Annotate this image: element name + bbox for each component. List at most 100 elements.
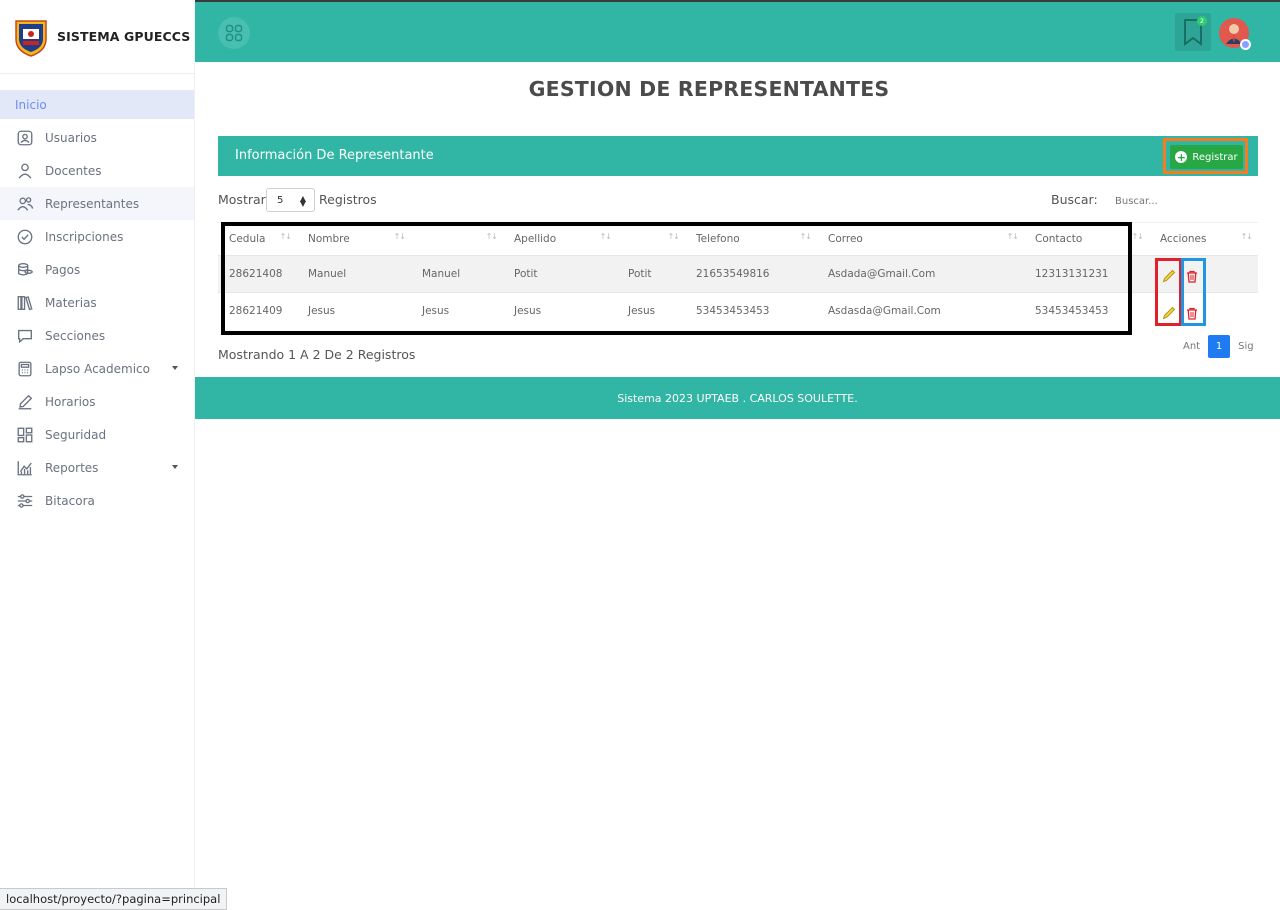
sort-icon: ↑↓	[279, 232, 292, 241]
sort-icon: ↑↓	[799, 232, 812, 241]
sort-icon: ↑↓	[667, 232, 680, 241]
sidebar-item-representantes[interactable]: Representantes	[0, 187, 194, 220]
records-info: Mostrando 1 A 2 De 2 Registros	[218, 347, 416, 362]
pagination-prev[interactable]: Ant	[1178, 341, 1208, 352]
status-dot	[1240, 39, 1251, 50]
browser-status-bar: localhost/proyecto/?pagina=principal	[0, 888, 228, 910]
sidebar-item-lapso-academico[interactable]: Lapso Academico	[0, 352, 194, 385]
delete-button[interactable]	[1185, 306, 1199, 320]
table-row: 28621408 Manuel Manuel Potit Potit 21653…	[218, 255, 1258, 293]
books-icon	[15, 293, 35, 313]
sidebar-item-label: Bitacora	[45, 493, 95, 508]
sidebar-item-inscripciones[interactable]: Inscripciones	[0, 220, 194, 253]
column-header-correo[interactable]: Correo ↑↓	[817, 222, 1024, 256]
brand-title: SISTEMA GPUECCS	[57, 29, 191, 44]
sidebar-item-label: Usuarios	[45, 130, 97, 145]
sidebar-item-label: Materias	[45, 295, 97, 310]
footer: Sistema 2023 UPTAEB . CARLOS SOULETTE.	[195, 377, 1280, 419]
cell-nombre: Manuel	[297, 255, 411, 293]
cell-cedula: 28621409	[218, 292, 297, 330]
pagination-next[interactable]: Sig	[1230, 341, 1259, 352]
sidebar-item-pagos[interactable]: Pagos	[0, 253, 194, 286]
footer-text: Sistema 2023 UPTAEB . CARLOS SOULETTE.	[617, 391, 858, 405]
pagination-current-page[interactable]: 1	[1208, 335, 1231, 358]
sort-icon: ↑↓	[1131, 232, 1144, 241]
people-icon	[15, 194, 35, 214]
user-avatar[interactable]	[1219, 18, 1251, 50]
sidebar-item-label: Inicio	[15, 97, 47, 112]
edit-icon	[15, 392, 35, 412]
chart-icon	[15, 458, 35, 478]
chevron-down-icon	[172, 465, 178, 469]
sidebar-item-label: Secciones	[45, 328, 106, 343]
app: SISTEMA GPUECCS Inicio Usuarios Docentes…	[0, 0, 1280, 910]
cell-telefono: 53453453453	[685, 292, 817, 330]
page-size-select[interactable]: 5 ▲ ▼	[266, 188, 315, 212]
column-header-contacto[interactable]: Contacto ↑↓	[1024, 222, 1149, 256]
person-icon	[15, 161, 35, 181]
logo-crest-icon	[14, 17, 48, 57]
trash-icon	[1187, 307, 1197, 320]
topbar: 2	[195, 2, 1280, 62]
show-label: Mostrar	[218, 192, 266, 207]
sidebar-item-secciones[interactable]: Secciones	[0, 319, 194, 352]
representatives-table: Cedula ↑↓ Nombre ↑↓ ↑↓ Apellido ↑↓ ↑↓ Telef…	[218, 222, 1258, 330]
card-title: Información De Representante	[235, 148, 434, 163]
search-label: Buscar:	[1051, 192, 1098, 207]
cell-nombre-2: Jesus	[411, 292, 503, 330]
column-header-acciones[interactable]: Acciones ↑↓	[1149, 222, 1258, 256]
card-header: Información De Representante + Registrar	[218, 136, 1258, 176]
column-header-cedula[interactable]: Cedula ↑↓	[218, 222, 297, 256]
sidebar-item-seguridad[interactable]: Seguridad	[0, 418, 194, 451]
sort-icon: ↑↓	[393, 232, 406, 241]
records-label: Registros	[319, 192, 377, 207]
cell-correo: Asdada@Gmail.Com	[817, 255, 1024, 293]
sidebar-item-docentes[interactable]: Docentes	[0, 154, 194, 187]
trash-icon	[1187, 270, 1197, 283]
pencil-icon	[1162, 306, 1176, 320]
sidebar-item-bitacora[interactable]: Bitacora	[0, 484, 194, 517]
column-header-blank-2[interactable]: ↑↓	[617, 222, 685, 256]
sidebar-item-label: Seguridad	[45, 427, 107, 442]
notifications-button[interactable]: 2	[1175, 13, 1211, 51]
sidebar-item-usuarios[interactable]: Usuarios	[0, 121, 194, 154]
user-badge-icon	[15, 128, 35, 148]
grid-icon	[225, 24, 243, 42]
pencil-icon	[1162, 269, 1176, 283]
cell-telefono: 21653549816	[685, 255, 817, 293]
register-button[interactable]: + Registrar	[1170, 145, 1243, 169]
sidebar-nav: Inicio Usuarios Docentes Representantes …	[0, 90, 194, 517]
cell-contacto: 53453453453	[1024, 292, 1149, 330]
cell-nombre: Jesus	[297, 292, 411, 330]
sidebar: SISTEMA GPUECCS Inicio Usuarios Docentes…	[0, 0, 195, 910]
sidebar-item-label: Representantes	[45, 196, 140, 211]
delete-button[interactable]	[1185, 269, 1199, 283]
table-row: 28621409 Jesus Jesus Jesus Jesus 5345345…	[218, 292, 1258, 330]
notification-badge: 2	[1197, 16, 1207, 26]
column-header-apellido[interactable]: Apellido ↑↓	[503, 222, 617, 256]
sidebar-item-inicio[interactable]: Inicio	[0, 90, 194, 119]
brand[interactable]: SISTEMA GPUECCS	[0, 0, 194, 74]
coins-icon	[15, 260, 35, 280]
edit-button[interactable]	[1162, 306, 1176, 320]
column-header-telefono[interactable]: Telefono ↑↓	[685, 222, 817, 256]
sidebar-item-horarios[interactable]: Horarios	[0, 385, 194, 418]
column-header-nombre[interactable]: Nombre ↑↓	[297, 222, 411, 256]
select-arrows-icon: ▲ ▼	[299, 194, 306, 208]
sidebar-item-reportes[interactable]: Reportes	[0, 451, 194, 484]
sidebar-item-label: Reportes	[45, 460, 99, 475]
pagination: Ant 1 Sig	[1178, 335, 1260, 358]
search-input[interactable]	[1113, 191, 1258, 211]
sidebar-item-label: Pagos	[45, 262, 81, 277]
table-controls: Mostrar 5 ▲ ▼ Registros Buscar:	[218, 188, 1258, 212]
sort-icon: ↑↓	[485, 232, 498, 241]
edit-button[interactable]	[1162, 269, 1176, 283]
check-circle-icon	[15, 227, 35, 247]
cell-nombre-2: Manuel	[411, 255, 503, 293]
page-size-value: 5	[277, 194, 284, 206]
chat-icon	[15, 326, 35, 346]
cell-cedula: 28621408	[218, 255, 297, 293]
column-header-blank-1[interactable]: ↑↓	[411, 222, 503, 256]
sidebar-item-materias[interactable]: Materias	[0, 286, 194, 319]
apps-grid-button[interactable]	[218, 17, 250, 49]
